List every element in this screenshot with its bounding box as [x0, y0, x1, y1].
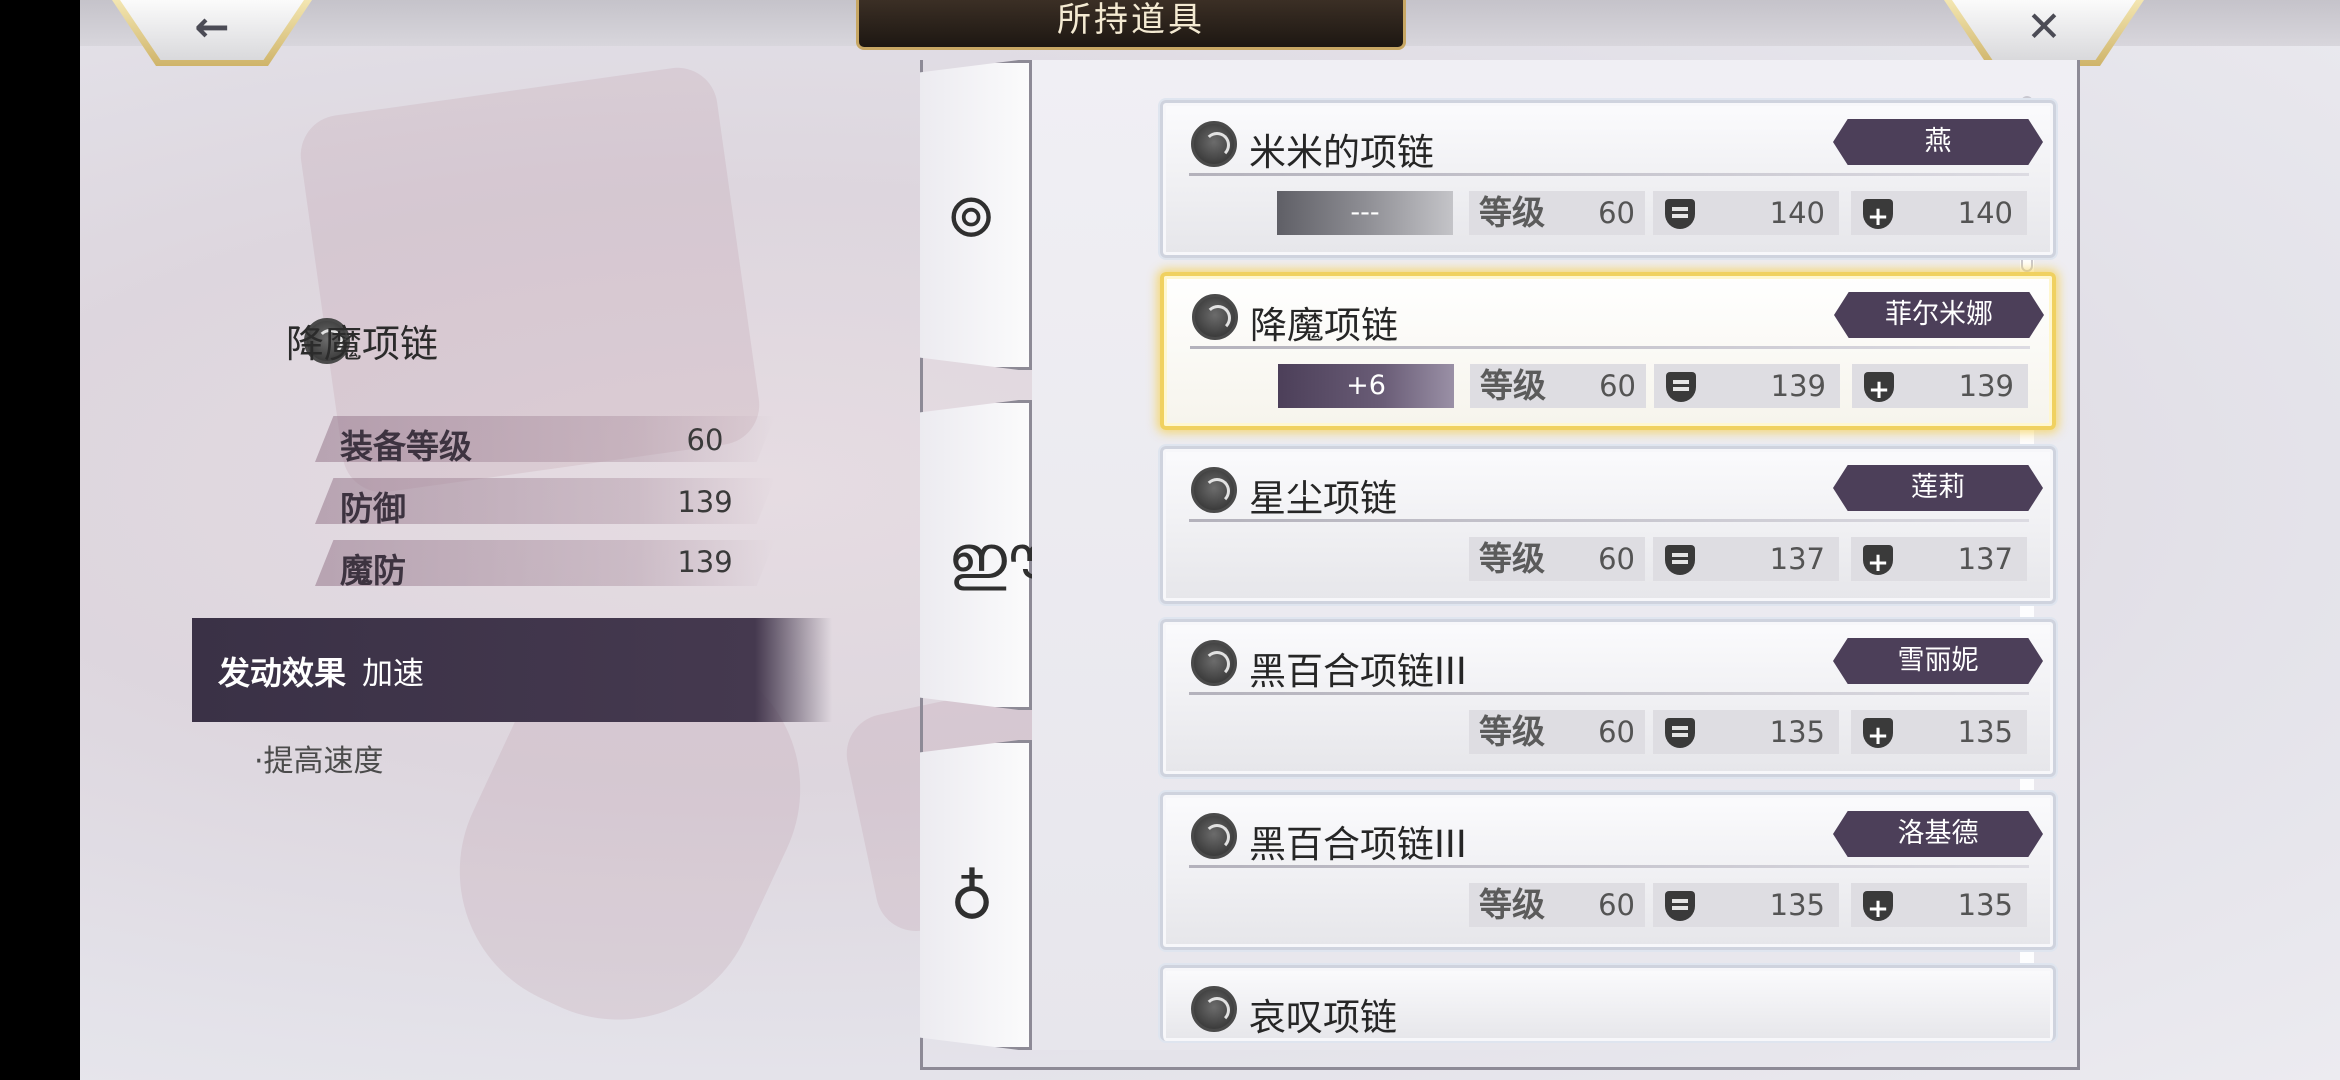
item-name: 星尘项链	[1249, 477, 1397, 520]
stat-label-defense: 防御	[340, 489, 406, 528]
magic-defense-cell: 135	[1851, 710, 2027, 754]
level-label: 等级	[1479, 193, 1545, 232]
divider	[1189, 692, 2029, 695]
magic-defense-value: 135	[1957, 715, 2013, 749]
level-label: 等级	[1480, 366, 1546, 405]
character-tag: 菲尔米娜	[1834, 292, 2044, 338]
level-cell: 等级 60	[1470, 364, 1646, 408]
level-value: 60	[1599, 369, 1636, 403]
item-card[interactable]: 米米的项链 燕 --- 等级 60 140 140	[1160, 100, 2056, 258]
magic-defense-shield-icon	[1863, 887, 1893, 921]
item-card-selected[interactable]: 降魔项链 菲尔米娜 +6 等级 60 139 139	[1160, 272, 2056, 430]
tab-ring[interactable]: ♁	[920, 740, 1032, 1050]
item-card[interactable]: 星尘项链 莲莉 等级 60 137 137	[1160, 446, 2056, 604]
divider	[1189, 519, 2029, 522]
level-label: 等级	[1479, 539, 1545, 578]
enhance-badge: +6	[1278, 364, 1454, 408]
enhance-badge: ---	[1277, 191, 1453, 235]
item-name: 米米的项链	[1249, 131, 1434, 174]
stat-label-equip-level: 装备等级	[340, 427, 472, 466]
defense-value: 140	[1769, 196, 1825, 230]
defense-cell: 137	[1653, 537, 1839, 581]
character-tag: 燕	[1833, 119, 2043, 165]
defense-cell: 135	[1653, 710, 1839, 754]
defense-value: 135	[1769, 715, 1825, 749]
item-card-partial[interactable]: 哀叹项链	[1160, 965, 2056, 1041]
defense-value: 137	[1769, 542, 1825, 576]
level-value: 60	[1598, 196, 1635, 230]
divider	[1189, 865, 2029, 868]
item-card[interactable]: 黑百合项链III 雪丽妮 等级 60 135 135	[1160, 619, 2056, 777]
bracelet-icon: ⊚	[946, 181, 997, 251]
defense-cell: 140	[1653, 191, 1839, 235]
defense-value: 139	[1770, 369, 1826, 403]
item-name: 黑百合项链III	[1249, 823, 1467, 866]
level-label: 等级	[1479, 712, 1545, 751]
magic-defense-value: 137	[1957, 542, 2013, 576]
item-name: 哀叹项链	[1249, 996, 1397, 1039]
item-card[interactable]: 黑百合项链III 洛基德 等级 60 135 135	[1160, 792, 2056, 950]
detail-item-name: 降魔项链	[286, 322, 439, 366]
stat-label-magic-defense: 魔防	[340, 551, 406, 590]
defense-shield-icon	[1665, 199, 1695, 229]
level-cell: 等级 60	[1469, 710, 1645, 754]
character-tag: 雪丽妮	[1833, 638, 2043, 684]
stat-value-equip-level: 60	[686, 423, 724, 457]
stat-value-defense: 139	[677, 485, 733, 519]
necklace-icon	[1191, 467, 1237, 513]
necklace-icon	[1191, 986, 1237, 1032]
level-value: 60	[1598, 542, 1635, 576]
magic-defense-shield-icon	[1863, 541, 1893, 575]
magic-defense-cell: 140	[1851, 191, 2027, 235]
close-icon: ✕	[2026, 1, 2062, 51]
level-value: 60	[1598, 888, 1635, 922]
stat-value-magic-defense: 139	[677, 545, 733, 579]
divider	[1190, 346, 2030, 349]
necklace-icon	[1191, 121, 1237, 167]
necklace-icon	[1192, 294, 1238, 340]
divider	[1189, 173, 2029, 176]
magic-defense-shield-icon	[1864, 368, 1894, 402]
tab-bracelet[interactable]: ⊚	[920, 60, 1032, 370]
defense-shield-icon	[1665, 545, 1695, 575]
level-cell: 等级 60	[1469, 883, 1645, 927]
effect-value: 加速	[362, 656, 424, 692]
defense-shield-icon	[1665, 718, 1695, 748]
defense-value: 135	[1769, 888, 1825, 922]
effect-description: ·提高速度	[254, 744, 384, 779]
magic-defense-value: 140	[1957, 196, 2013, 230]
level-label: 等级	[1479, 885, 1545, 924]
magic-defense-value: 139	[1958, 369, 2014, 403]
level-value: 60	[1598, 715, 1635, 749]
magic-defense-value: 135	[1957, 888, 2013, 922]
magic-defense-shield-icon	[1863, 714, 1893, 748]
item-name: 降魔项链	[1250, 304, 1398, 347]
necklace-icon	[1191, 813, 1237, 859]
defense-cell: 139	[1654, 364, 1840, 408]
item-name: 黑百合项链III	[1249, 650, 1467, 693]
level-cell: 等级 60	[1469, 537, 1645, 581]
ring-icon: ♁	[950, 863, 994, 933]
magic-defense-cell: 135	[1851, 883, 2027, 927]
magic-defense-cell: 137	[1851, 537, 2027, 581]
tab-necklace[interactable]: ഈ	[920, 400, 1032, 710]
effect-label: 发动效果	[218, 654, 347, 692]
character-tag: 莲莉	[1833, 465, 2043, 511]
page-title: 所持道具	[856, 0, 1406, 50]
magic-defense-shield-icon	[1863, 195, 1893, 229]
necklace-icon	[1191, 640, 1237, 686]
character-tag: 洛基德	[1833, 811, 2043, 857]
defense-shield-icon	[1665, 891, 1695, 921]
back-arrow-icon: ←	[194, 1, 230, 51]
defense-cell: 135	[1653, 883, 1839, 927]
magic-defense-cell: 139	[1852, 364, 2028, 408]
level-cell: 等级 60	[1469, 191, 1645, 235]
defense-shield-icon	[1666, 372, 1696, 402]
